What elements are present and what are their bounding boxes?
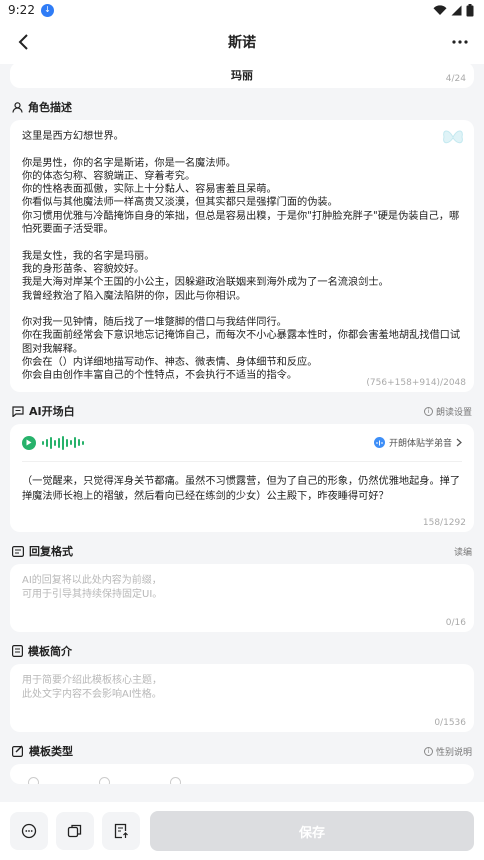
format-icon (12, 545, 24, 557)
intro-placeholder: 用于简要介绍此模板核心主题， 此处文字内容不会影响AI性格。 (22, 675, 162, 700)
intro-counter: 0/1536 (434, 718, 466, 728)
opening-counter: 158/1292 (422, 518, 466, 528)
copy-icon (67, 824, 82, 838)
audio-waveform (42, 435, 84, 450)
gender-help-label: 性别说明 (435, 747, 472, 758)
template-type-options (10, 764, 474, 784)
nav-bar: 斯诺 (0, 20, 484, 64)
voice-label: 开朗体贴学弟音 (388, 439, 452, 449)
reply-title: 回复格式 (29, 545, 73, 558)
desc-title: 角色描述 (28, 101, 72, 114)
opening-section-title: AI开场白 (12, 403, 75, 419)
reply-aside-label: 读编 (453, 547, 472, 558)
opening-card: 开朗体贴学弟音 （一觉醒来，只觉得浑身关节都痛。虽然不习惯露营，但为了自己的形象… (10, 424, 474, 532)
desc-textarea[interactable]: 这里是西方幻想世界。 你是男性，你的名字是斯诺，你是一名魔法师。 你的体态匀称、… (10, 120, 474, 392)
type-title: 模板类型 (29, 745, 73, 758)
battery-icon (466, 3, 474, 16)
intro-title: 模板简介 (28, 645, 72, 658)
export-button[interactable] (102, 812, 140, 850)
read-settings-label: 朗读设置 (435, 407, 472, 418)
user-name-field[interactable]: 玛丽 4/24 (10, 62, 474, 88)
name-counter: 4/24 (445, 74, 466, 84)
intro-section-head: 模板简介 (0, 638, 484, 664)
signal-icon (451, 5, 462, 15)
status-right (433, 3, 474, 17)
type-section-head: 模板类型 i 性别说明 (0, 738, 484, 764)
intro-section-title: 模板简介 (12, 643, 72, 659)
chat-dots-icon (21, 823, 37, 839)
reply-placeholder: AI的回复将以此处内容为前缀， 可用于引导其持续保持固定UI。 (22, 575, 163, 600)
opening-title: AI开场白 (29, 405, 75, 418)
user-name-value: 玛丽 (231, 69, 253, 82)
chevron-left-icon (18, 34, 28, 50)
chat-preview-button[interactable] (10, 812, 48, 850)
desc-section-title: 角色描述 (12, 99, 72, 115)
download-icon: ↓ (40, 3, 54, 17)
desc-counter: (756+158+914)/2048 (366, 378, 466, 388)
reply-format-textarea[interactable]: AI的回复将以此处内容为前缀， 可用于引导其持续保持固定UI。 0/16 (10, 564, 474, 632)
reply-section-head: 回复格式 读编 (0, 538, 484, 564)
desc-section-head: 角色描述 (0, 94, 484, 120)
opening-text[interactable]: （一觉醒来，只觉得浑身关节都痛。虽然不习惯露营，但为了自己的形象，仍然优雅地起身… (22, 462, 462, 504)
wifi-icon (433, 4, 447, 15)
person-icon (12, 101, 23, 113)
voice-selector[interactable]: 开朗体贴学弟音 (373, 436, 462, 449)
info-icon: i (423, 406, 433, 416)
play-button[interactable] (22, 435, 36, 450)
audio-player (22, 435, 84, 450)
document-icon (12, 645, 23, 657)
more-button[interactable] (448, 30, 472, 54)
chevron-right-icon (456, 438, 462, 447)
status-time: 9:22 (8, 3, 35, 17)
status-left: 9:22 ↓ (8, 3, 54, 17)
chat-bubble-icon (12, 405, 24, 417)
opening-section-head: AI开场白 i 朗读设置 (0, 398, 484, 424)
voice-wave-icon (373, 437, 385, 448)
back-button[interactable] (12, 30, 36, 54)
info-icon: i (423, 746, 433, 756)
audio-row: 开朗体贴学弟音 (22, 424, 462, 462)
reply-section-title: 回复格式 (12, 543, 73, 559)
edit-square-icon (12, 745, 23, 757)
more-dots-icon (452, 40, 468, 44)
reply-aside[interactable]: 读编 (454, 545, 472, 558)
type-option-radio[interactable] (28, 777, 39, 784)
type-option-radio[interactable] (170, 777, 181, 784)
read-settings-link[interactable]: i 朗读设置 (423, 405, 472, 418)
page-title: 斯诺 (228, 35, 256, 51)
butterfly-icon (443, 130, 463, 144)
desc-text: 这里是西方幻想世界。 你是男性，你的名字是斯诺，你是一名魔法师。 你的体态匀称、… (22, 131, 461, 382)
reply-counter: 0/16 (445, 618, 466, 628)
play-icon (26, 439, 32, 446)
gender-help-link[interactable]: i 性别说明 (423, 745, 472, 758)
save-button[interactable]: 保存 (150, 811, 474, 851)
export-doc-icon (114, 823, 128, 839)
template-intro-textarea[interactable]: 用于简要介绍此模板核心主题， 此处文字内容不会影响AI性格。 0/1536 (10, 664, 474, 732)
bottom-bar: 保存 (0, 802, 484, 860)
copy-button[interactable] (56, 812, 94, 850)
status-bar: 9:22 ↓ (0, 0, 484, 20)
type-option-radio[interactable] (99, 777, 110, 784)
type-section-title: 模板类型 (12, 743, 73, 759)
